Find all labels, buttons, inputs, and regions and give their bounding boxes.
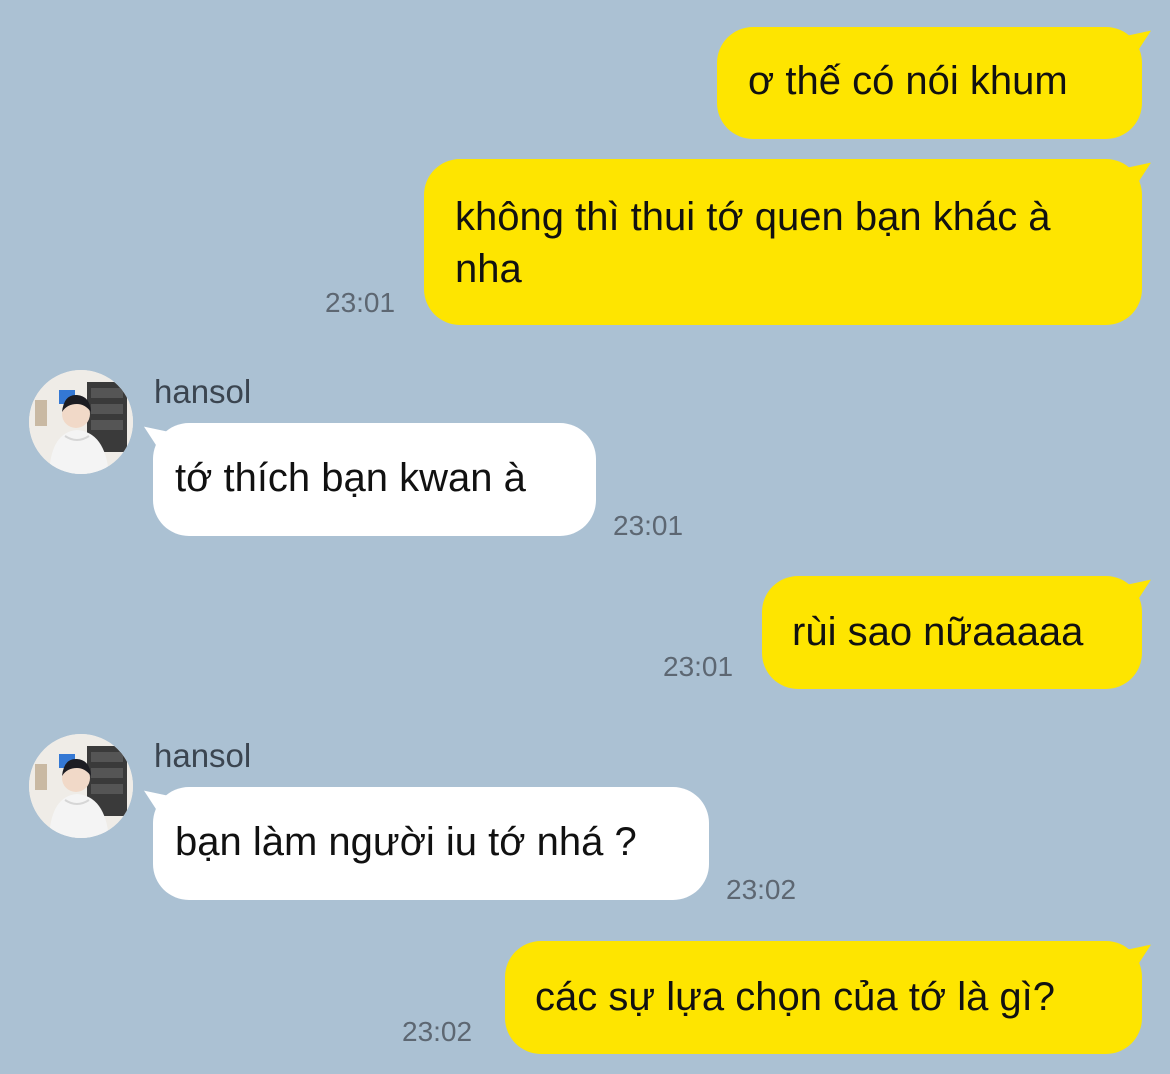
message-text: rùi sao nữaaaaa	[792, 610, 1084, 654]
my-message-bubble[interactable]: ơ thế có nói khum	[717, 27, 1142, 139]
message-text: ơ thế có nói khum	[748, 59, 1068, 103]
message-text: không thì thui tớ quen bạn khác à nha	[455, 195, 1051, 291]
message-text: tớ thích bạn kwan à	[175, 456, 526, 500]
my-message-bubble[interactable]: rùi sao nữaaaaa	[762, 576, 1142, 689]
message-timestamp: 23:02	[402, 1016, 473, 1047]
message-timestamp: 23:01	[325, 287, 396, 318]
chat-area: ơ thế có nói khum không thì thui tớ quen…	[0, 0, 1170, 1074]
their-message-bubble[interactable]: tớ thích bạn kwan à	[153, 423, 596, 536]
contact-avatar[interactable]	[29, 734, 133, 838]
avatar-photo	[29, 734, 133, 838]
my-message-bubble[interactable]: các sự lựa chọn của tớ là gì?	[505, 941, 1142, 1054]
avatar-photo	[29, 370, 133, 474]
sender-name: hansol	[154, 737, 252, 774]
their-message-bubble[interactable]: bạn làm người iu tớ nhá ?	[153, 787, 709, 900]
message-text: bạn làm người iu tớ nhá ?	[175, 820, 637, 864]
contact-avatar[interactable]	[29, 370, 133, 474]
message-timestamp: 23:02	[726, 874, 797, 905]
sender-name: hansol	[154, 373, 252, 410]
message-timestamp: 23:01	[663, 651, 734, 682]
my-message-bubble[interactable]: không thì thui tớ quen bạn khác à nha	[424, 159, 1142, 325]
message-timestamp: 23:01	[613, 510, 684, 541]
message-text: các sự lựa chọn của tớ là gì?	[535, 975, 1056, 1019]
